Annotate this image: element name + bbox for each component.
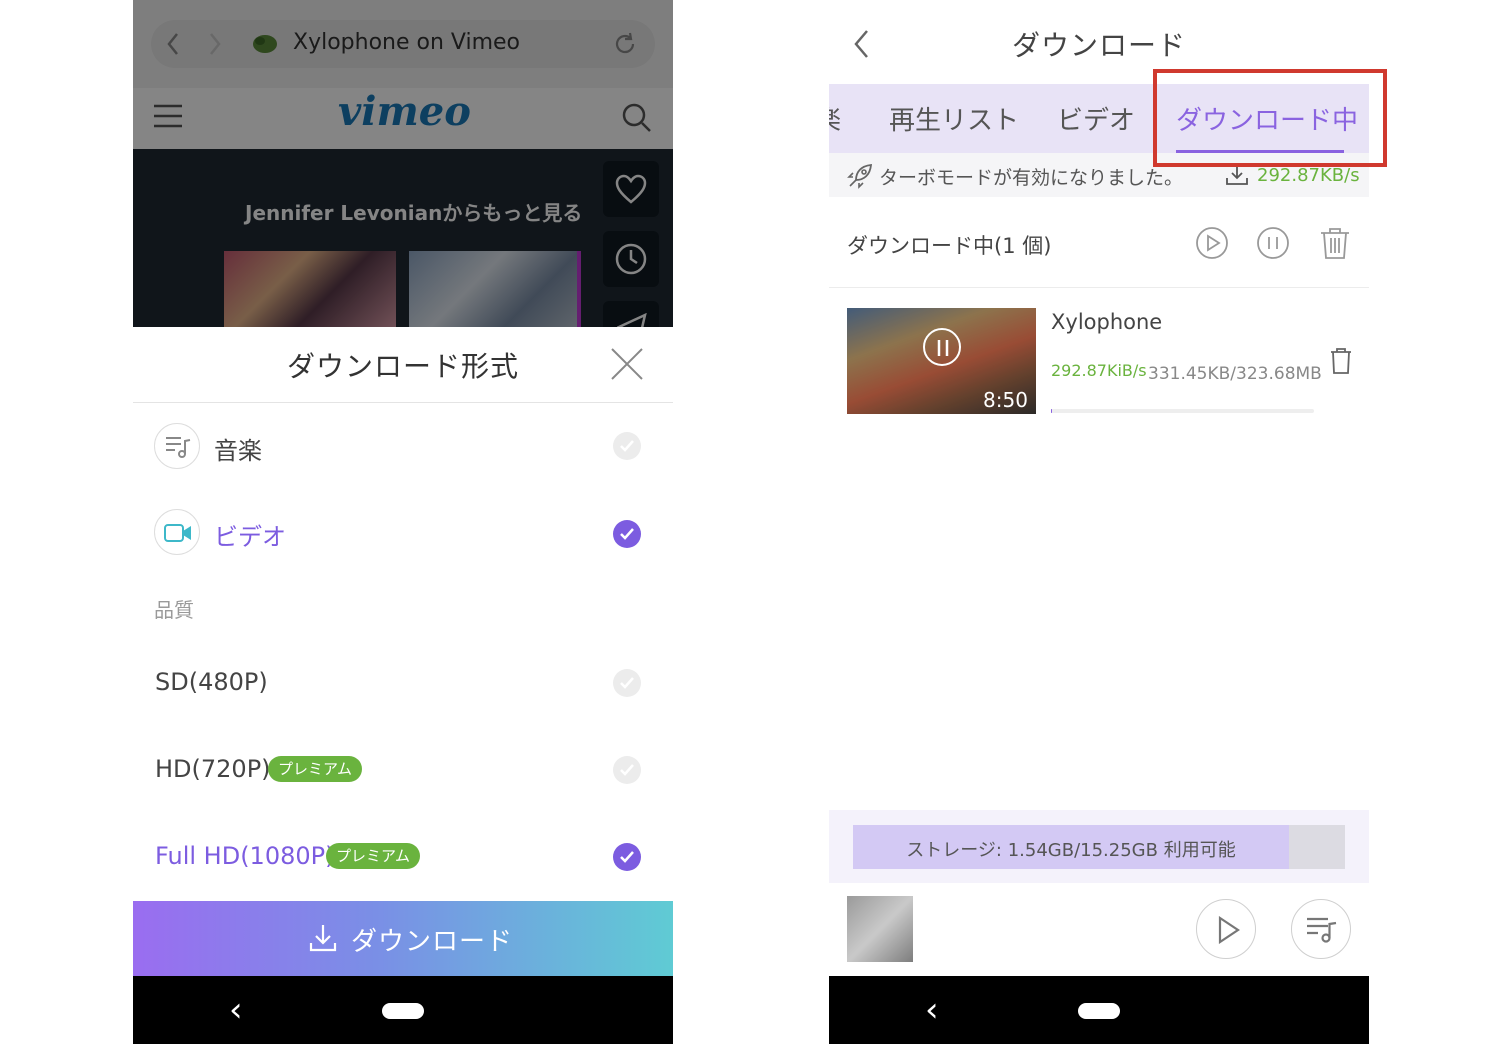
download-format-sheet: ダウンロード形式 音楽 ビデオ 品質 SD(480P) HD(720P) プレミ… xyxy=(133,327,673,976)
modal-dim-overlay[interactable] xyxy=(133,0,673,327)
quality-heading: 品質 xyxy=(154,598,194,622)
music-list-icon xyxy=(154,423,200,469)
trash-icon[interactable] xyxy=(1329,347,1353,375)
premium-badge: プレミアム xyxy=(268,756,362,782)
system-nav-bar: ‹ xyxy=(133,976,673,1044)
quality-option-sd[interactable]: SD(480P) xyxy=(133,657,673,707)
nav-home-pill[interactable] xyxy=(382,1003,424,1019)
premium-badge: プレミアム xyxy=(326,843,420,869)
resume-all-play-icon[interactable] xyxy=(1195,226,1229,260)
unselected-check-icon xyxy=(613,432,641,460)
storage-text: ストレージ: 1.54GB/15.25GB 利用可能 xyxy=(906,840,1236,861)
unselected-check-icon xyxy=(613,669,641,697)
video-camera-icon xyxy=(154,509,200,555)
quality-label: Full HD(1080P) xyxy=(155,842,335,870)
tab-music[interactable]: 楽 xyxy=(829,100,841,137)
left-phone-screen: Xylophone on Vimeo vimeo Jennifer Levoni… xyxy=(133,0,673,1044)
highlight-annotation-box xyxy=(1153,69,1387,167)
turbo-message: ターボモードが有効になりました。 xyxy=(879,167,1184,189)
playlist-icon xyxy=(1306,916,1338,948)
download-speed-icon xyxy=(1225,163,1249,191)
mini-player xyxy=(829,883,1369,976)
quality-option-full-hd[interactable]: Full HD(1080P) プレミアム xyxy=(133,831,673,881)
unselected-check-icon xyxy=(613,756,641,784)
pause-icon[interactable] xyxy=(923,328,961,366)
quality-option-hd[interactable]: HD(720P) プレミアム xyxy=(133,744,673,794)
item-speed: 292.87KiB/s xyxy=(1051,361,1147,380)
storage-bar: ストレージ: 1.54GB/15.25GB 利用可能 xyxy=(853,825,1345,869)
play-icon xyxy=(1217,915,1241,948)
nav-home-pill[interactable] xyxy=(1078,1003,1120,1019)
pause-all-icon[interactable] xyxy=(1256,226,1290,260)
quality-label: SD(480P) xyxy=(155,668,268,696)
download-button[interactable]: ダウンロード xyxy=(133,901,673,976)
rocket-icon xyxy=(847,163,873,193)
screenshot-stage: Xylophone on Vimeo vimeo Jennifer Levoni… xyxy=(0,0,1492,1044)
delete-all-trash-icon[interactable] xyxy=(1318,226,1352,260)
quality-label: HD(720P) xyxy=(155,755,271,783)
divider xyxy=(133,402,673,403)
format-option-music[interactable]: 音楽 xyxy=(133,417,673,477)
system-nav-bar: ‹ xyxy=(829,976,1369,1044)
format-option-video[interactable]: ビデオ xyxy=(133,503,673,563)
selected-check-icon xyxy=(613,843,641,871)
tab-video[interactable]: ビデオ xyxy=(1057,100,1135,137)
option-label: ビデオ xyxy=(214,523,286,551)
nav-back-button[interactable]: ‹ xyxy=(229,990,243,1030)
video-duration: 8:50 xyxy=(983,388,1028,412)
item-size: 331.45KB/323.68MB xyxy=(1148,364,1322,384)
nav-back-button[interactable]: ‹ xyxy=(925,990,939,1030)
player-artwork[interactable] xyxy=(847,896,913,962)
divider xyxy=(829,287,1369,288)
page-title: ダウンロード xyxy=(1011,29,1186,62)
download-icon xyxy=(309,923,337,957)
download-button-label: ダウンロード xyxy=(351,927,514,957)
item-progress-bar xyxy=(1051,409,1314,413)
turbo-speed: 292.87KB/s xyxy=(1257,165,1360,186)
tab-playlist[interactable]: 再生リスト xyxy=(889,100,1019,137)
option-label: 音楽 xyxy=(214,437,262,465)
player-queue-button[interactable] xyxy=(1291,899,1351,959)
item-title: Xylophone xyxy=(1051,310,1163,334)
sheet-title: ダウンロード形式 xyxy=(286,350,519,383)
item-progress-fill xyxy=(1051,409,1053,413)
player-play-button[interactable] xyxy=(1196,899,1256,959)
close-icon[interactable] xyxy=(610,347,644,381)
selected-check-icon xyxy=(613,520,641,548)
storage-area: ストレージ: 1.54GB/15.25GB 利用可能 xyxy=(829,810,1369,883)
section-heading: ダウンロード中(1 個) xyxy=(847,234,1052,258)
video-thumbnail[interactable]: 8:50 xyxy=(847,308,1036,414)
